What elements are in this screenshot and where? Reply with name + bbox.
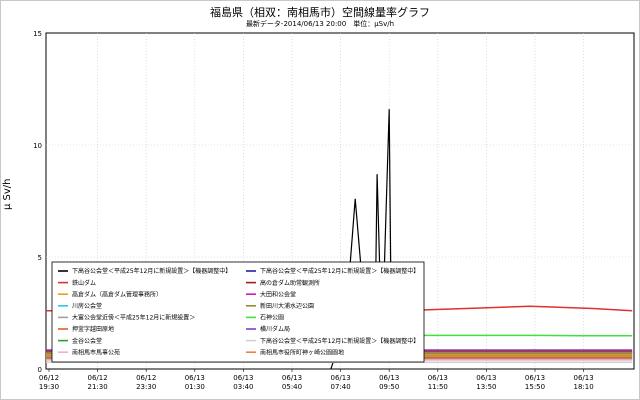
legend-box [51, 261, 425, 363]
x-tick-time: 05:40 [282, 383, 302, 391]
x-tick-time: 09:50 [379, 383, 399, 391]
x-tick-date: 06/12 [136, 374, 156, 382]
legend-label: 石神公園 [260, 314, 284, 322]
x-tick-date: 06/13 [331, 374, 351, 382]
x-tick-time: 13:50 [476, 383, 496, 391]
legend-label: 大富公会堂近傍＜平成25年12月に新規設置＞ [72, 314, 195, 322]
x-tick-date: 06/13 [476, 374, 496, 382]
x-tick-date: 06/13 [574, 374, 594, 382]
y-tick-label: 10 [33, 142, 42, 150]
x-tick-date: 06/13 [428, 374, 448, 382]
x-tick-time: 23:30 [136, 383, 156, 391]
legend-label: 高倉ダム（高倉ダム管理事務所） [72, 290, 162, 298]
x-tick-time: 07:40 [331, 383, 351, 391]
y-tick-label: 15 [33, 30, 42, 38]
legend-label: 押釜字越田原地 [72, 325, 114, 333]
y-axis-ticks: 0 5 10 15 [33, 30, 42, 374]
legend-label: 大田和公会堂 [260, 290, 296, 298]
x-tick-time: 18:10 [574, 383, 594, 391]
legend-label: 下高谷公会堂＜平成25年12月に新規設置＞【機器調整中】 [260, 267, 419, 275]
legend: 下高谷公会堂＜平成25年12月に新規設置＞【機器調整中】鉄山ダム高倉ダム（高倉ダ… [51, 261, 425, 363]
legend-label: 川房公会堂 [72, 302, 102, 310]
x-tick-date: 06/13 [233, 374, 253, 382]
legend-label: 下高谷公会堂＜平成25年12月に新規設置＞【機器調整中】 [260, 337, 419, 345]
legend-label: 南相馬市役所町神ヶ崎公園園地 [260, 348, 344, 356]
x-tick-date: 06/13 [185, 374, 205, 382]
x-tick-time: 03:40 [233, 383, 253, 391]
x-tick-time: 01:30 [185, 383, 205, 391]
legend-label: 鉄山ダム [72, 279, 96, 287]
legend-label: 新田川大浦水辺公園 [260, 302, 314, 310]
x-tick-time: 21:30 [88, 383, 108, 391]
legend-label: 高の倉ダム助常観測所 [260, 279, 320, 287]
x-tick-date: 06/13 [379, 374, 399, 382]
legend-label: 南相馬市馬事公苑 [72, 348, 120, 356]
x-tick-time: 11:50 [428, 383, 448, 391]
legend-label: 金谷公会堂 [72, 337, 102, 345]
x-tick-date: 06/13 [282, 374, 302, 382]
x-tick-date: 06/12 [88, 374, 108, 382]
x-tick-time: 15:50 [525, 383, 545, 391]
legend-label: 横川ダム局 [260, 325, 290, 333]
legend-label: 下高谷公会堂＜平成25年12月に新規設置＞【機器調整中】 [72, 267, 231, 275]
line-chart: 051015 06/1219:3006/1221:3006/1223:3006/… [33, 30, 635, 391]
x-tick-date: 06/12 [39, 374, 59, 382]
y-tick-label: 0 [38, 366, 42, 374]
x-tick-date: 06/13 [525, 374, 545, 382]
x-tick-time: 19:30 [39, 383, 59, 391]
x-axis-ticks: 06/1219:3006/1221:3006/1223:3006/1301:30… [39, 369, 594, 391]
y-tick-label: 5 [38, 254, 42, 262]
